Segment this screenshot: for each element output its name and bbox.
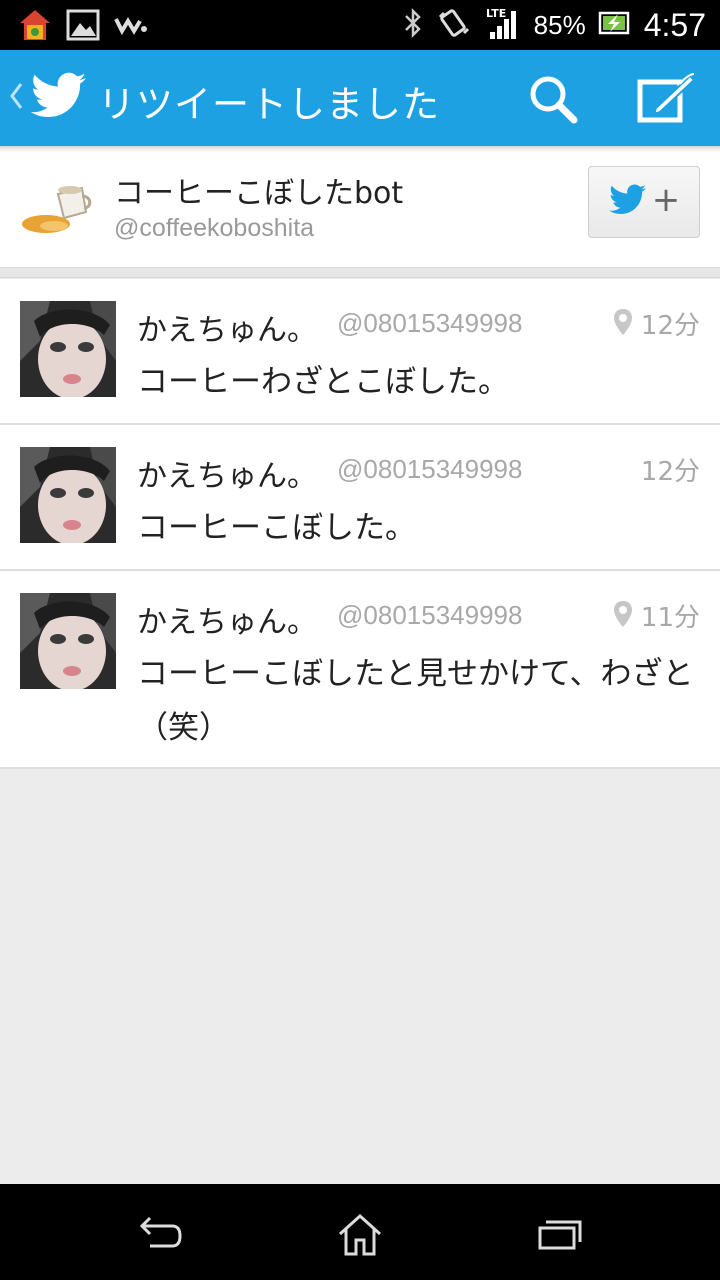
tweet-row[interactable]: かえちゅん。 @08015349998 11分 コーヒーこぼしたと見せかけて、わ… <box>0 571 720 769</box>
tweet-row[interactable]: かえちゅん。 @08015349998 12分 コーヒーこぼした。 <box>0 425 720 571</box>
plus-icon: + <box>651 180 681 220</box>
gallery-icon <box>66 9 100 45</box>
status-indicators: LTE 85% 4:57 <box>402 0 706 50</box>
location-pin-icon <box>613 308 633 340</box>
avatar[interactable] <box>20 301 116 397</box>
tweet-row[interactable]: かえちゅん。 @08015349998 12分 コーヒーわざとこぼした。 <box>0 279 720 425</box>
walkman-icon <box>114 15 148 39</box>
svg-text:LTE: LTE <box>486 7 506 20</box>
tweet-meta: 12分 <box>641 451 700 488</box>
status-notifications <box>18 8 148 46</box>
clock: 4:57 <box>643 6 706 43</box>
vibrate-icon <box>436 7 470 43</box>
tweet-author-handle: @08015349998 <box>337 600 523 630</box>
retweet-profile-card[interactable]: コーヒーこぼしたbot @coffeekoboshita + <box>0 146 720 268</box>
divider <box>0 268 720 278</box>
divider <box>0 146 720 152</box>
tweet-text: コーヒーこぼした。 <box>137 510 416 546</box>
battery-percent: 85% <box>533 9 586 40</box>
tweet-author-name: かえちゅん。 <box>137 605 317 640</box>
avatar[interactable] <box>20 593 116 689</box>
profile-name: コーヒーこぼしたbot <box>114 176 404 211</box>
tweet-author-name: かえちゅん。 <box>137 313 317 348</box>
recents-icon[interactable] <box>520 1204 600 1264</box>
action-bar: リツイートしました <box>0 50 720 146</box>
home-icon[interactable] <box>320 1204 400 1264</box>
avatar[interactable] <box>20 178 94 240</box>
tweet-time: 12分 <box>640 457 700 487</box>
page-title: リツイートしました <box>98 83 440 126</box>
location-pin-icon <box>613 600 633 632</box>
tweet-text: コーヒーわざとこぼした。 <box>137 364 509 400</box>
tweet-meta: 12分 <box>613 305 700 342</box>
twitter-bird-icon[interactable] <box>30 72 88 124</box>
battery-icon <box>598 10 632 40</box>
search-icon[interactable] <box>528 74 578 128</box>
tweet-text: コーヒーこぼしたと見せかけて、わざと（笑） <box>137 656 694 746</box>
signal-icon: LTE <box>482 6 522 44</box>
back-icon[interactable] <box>120 1204 200 1264</box>
tweet-author-handle: @08015349998 <box>337 308 523 338</box>
profile-handle: @coffeekoboshita <box>114 214 315 242</box>
bluetooth-icon <box>402 7 424 43</box>
twitter-bird-icon <box>608 184 648 220</box>
status-bar: LTE 85% 4:57 <box>0 0 720 50</box>
launcher-icon <box>18 8 52 46</box>
tweet-time: 11分 <box>640 603 700 633</box>
tweet-meta: 11分 <box>613 597 700 634</box>
navigation-bar <box>0 1184 720 1280</box>
compose-icon[interactable] <box>636 72 696 128</box>
tweet-author-handle: @08015349998 <box>337 454 523 484</box>
avatar[interactable] <box>20 447 116 543</box>
back-chevron-icon[interactable] <box>8 80 24 116</box>
follow-button[interactable]: + <box>588 166 700 238</box>
tweet-author-name: かえちゅん。 <box>137 459 317 494</box>
tweet-time: 12分 <box>640 311 700 341</box>
